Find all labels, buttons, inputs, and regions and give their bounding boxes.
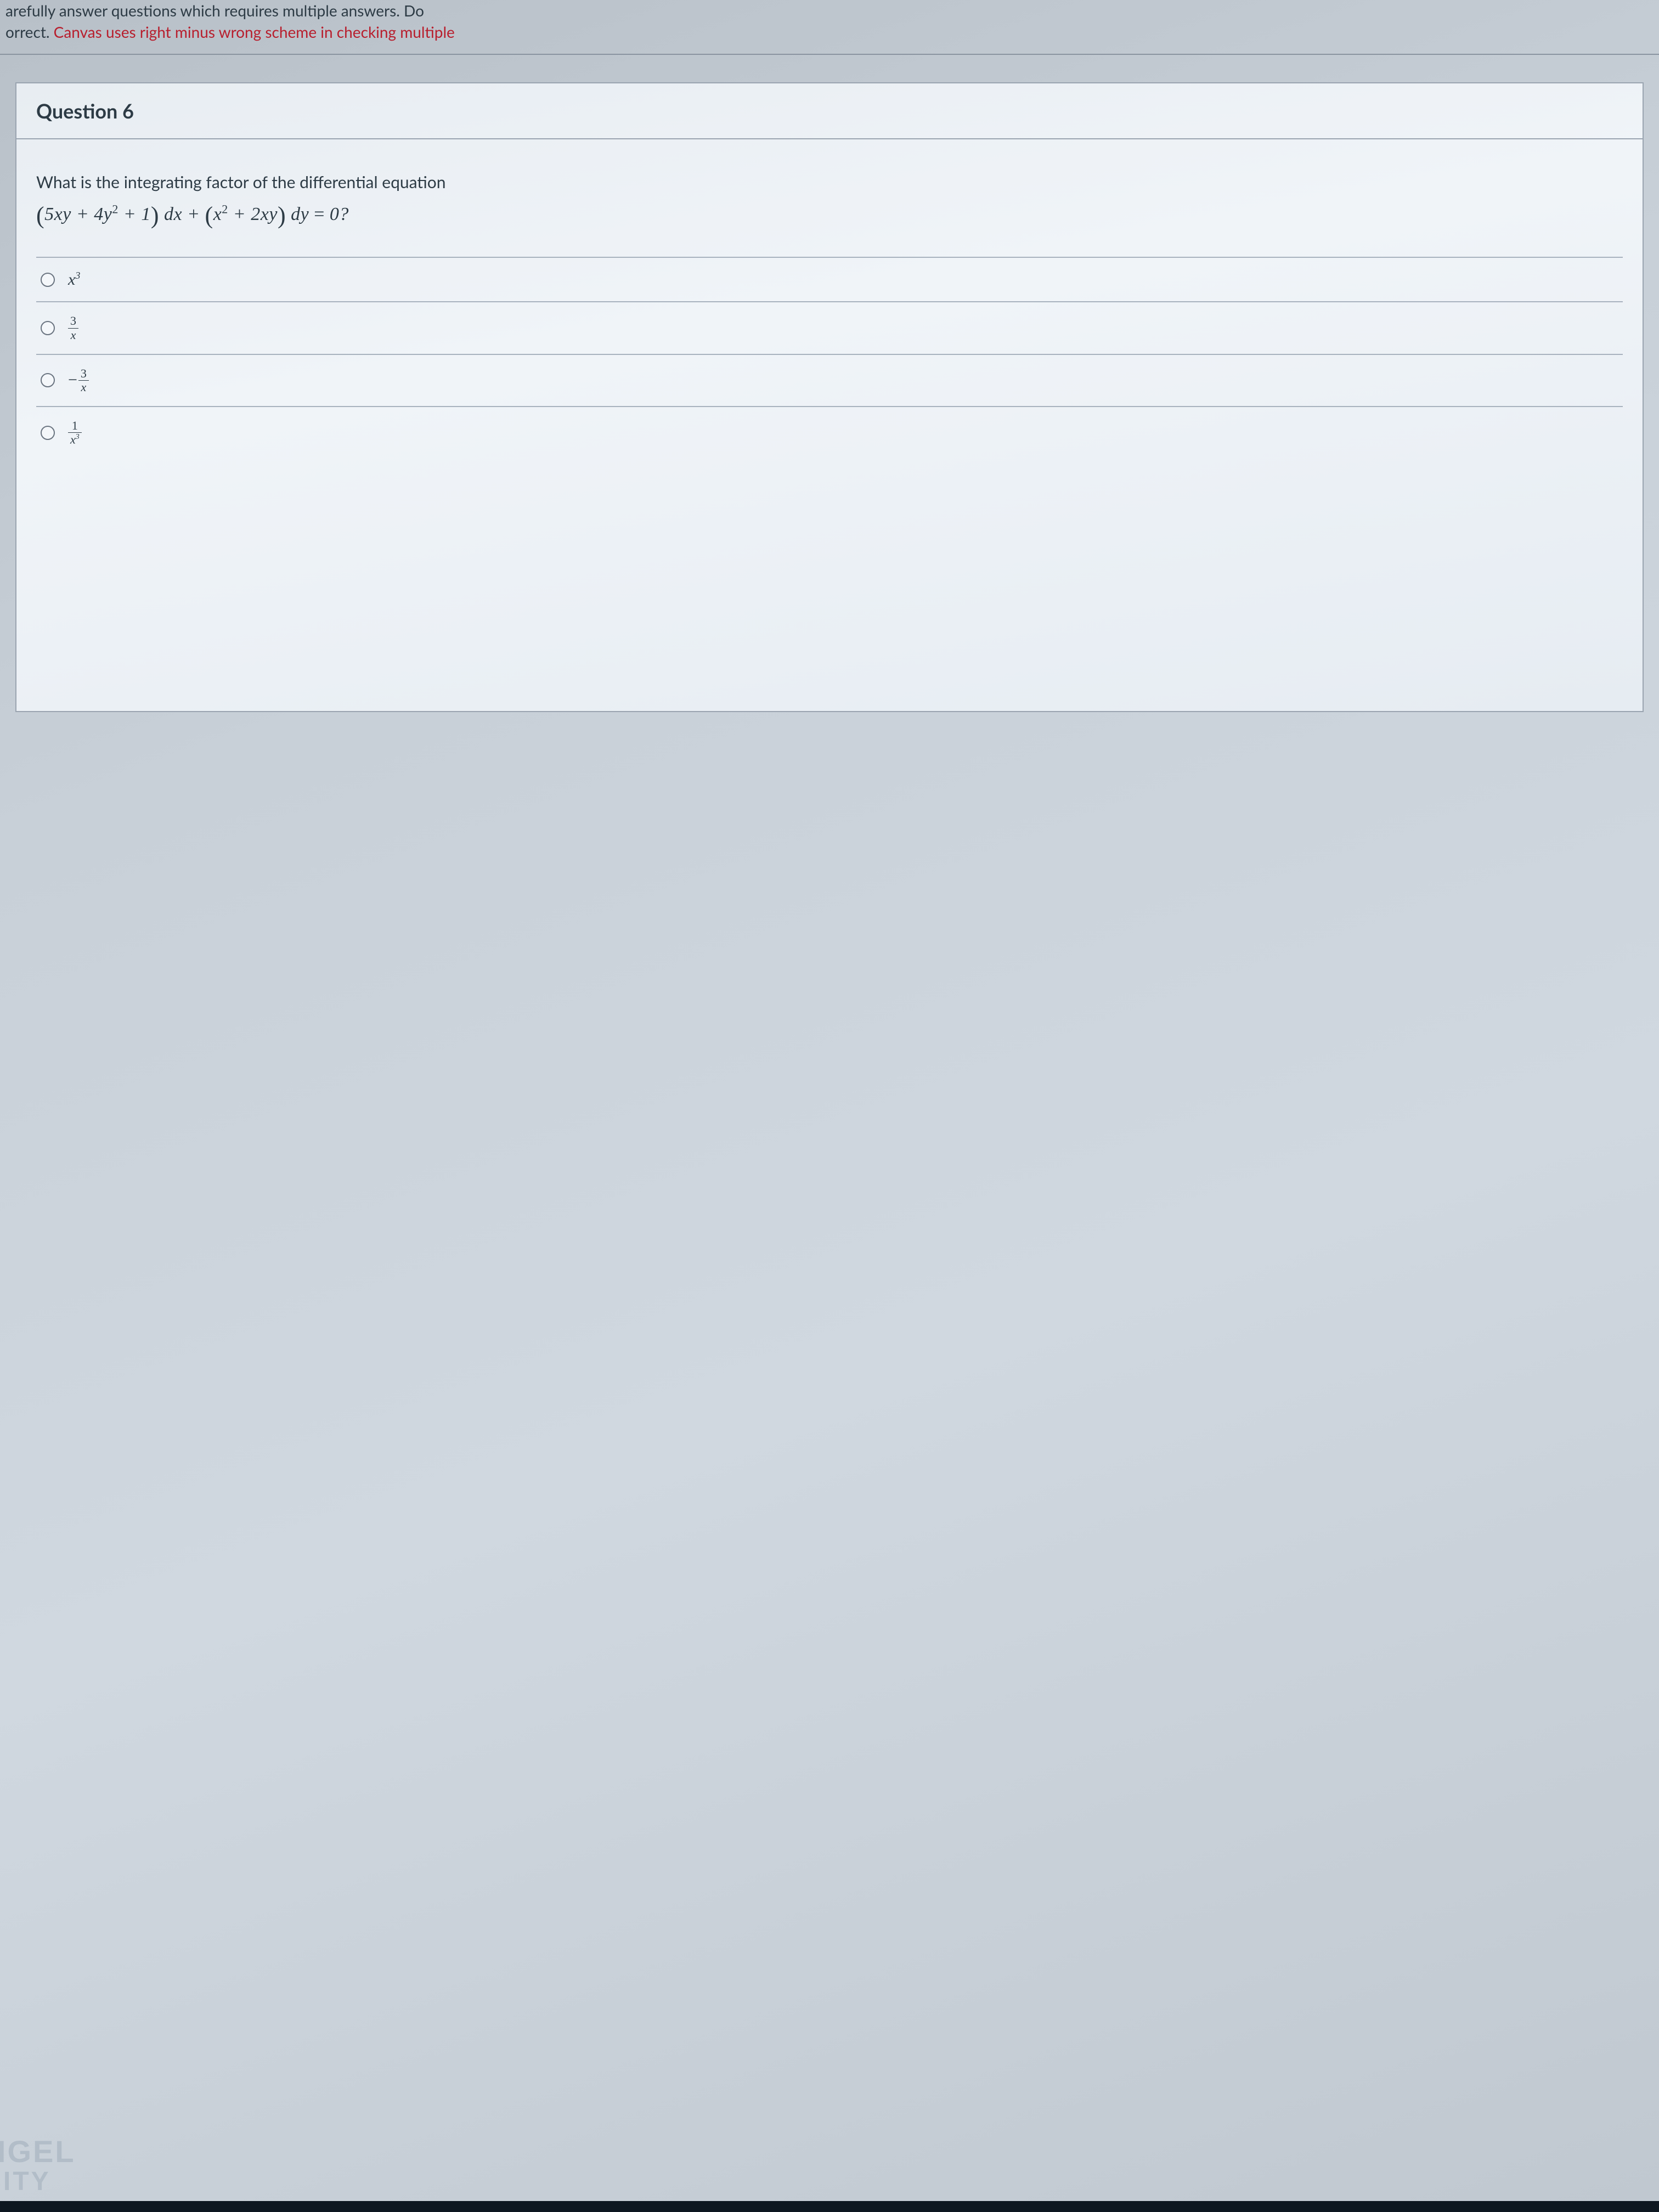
answer-option-4[interactable]: 1x3 [36,406,1623,459]
section-divider [0,54,1659,55]
instruction-line2-red: Canvas uses right minus wrong scheme in … [54,22,455,41]
question-equation: (5xy + 4y2 + 1) dx + (x2 + 2xy) dy = 0? [36,201,1623,229]
bottom-bar [0,2201,1659,2212]
watermark-line2: SITY [0,2168,76,2196]
watermark: NGEL SITY [0,2136,76,2196]
answer-option-3[interactable]: −3x [36,354,1623,406]
instruction-line1: arefully answer questions which requires… [5,1,424,20]
question-body: What is the integrating factor of the di… [16,139,1643,710]
radio-icon[interactable] [41,321,55,335]
radio-icon[interactable] [41,373,55,387]
answer-option-2[interactable]: 3x [36,301,1623,353]
question-prompt: What is the integrating factor of the di… [36,170,1623,195]
answer-option-1[interactable]: x3 [36,257,1623,301]
answer-label-4: 1x3 [68,419,82,447]
question-card: Question 6 What is the integrating facto… [15,82,1644,712]
instruction-text: arefully answer questions which requires… [0,0,1659,54]
answer-list: x3 3x −3x 1x3 [36,257,1623,458]
watermark-line1: NGEL [0,2136,76,2168]
radio-icon[interactable] [41,273,55,287]
question-title: Question 6 [16,83,1643,139]
answer-label-2: 3x [68,314,78,341]
answer-label-3: −3x [68,367,89,394]
instruction-line2-black: orrect. [5,22,54,41]
radio-icon[interactable] [41,426,55,440]
answer-label-1: x3 [68,270,80,289]
